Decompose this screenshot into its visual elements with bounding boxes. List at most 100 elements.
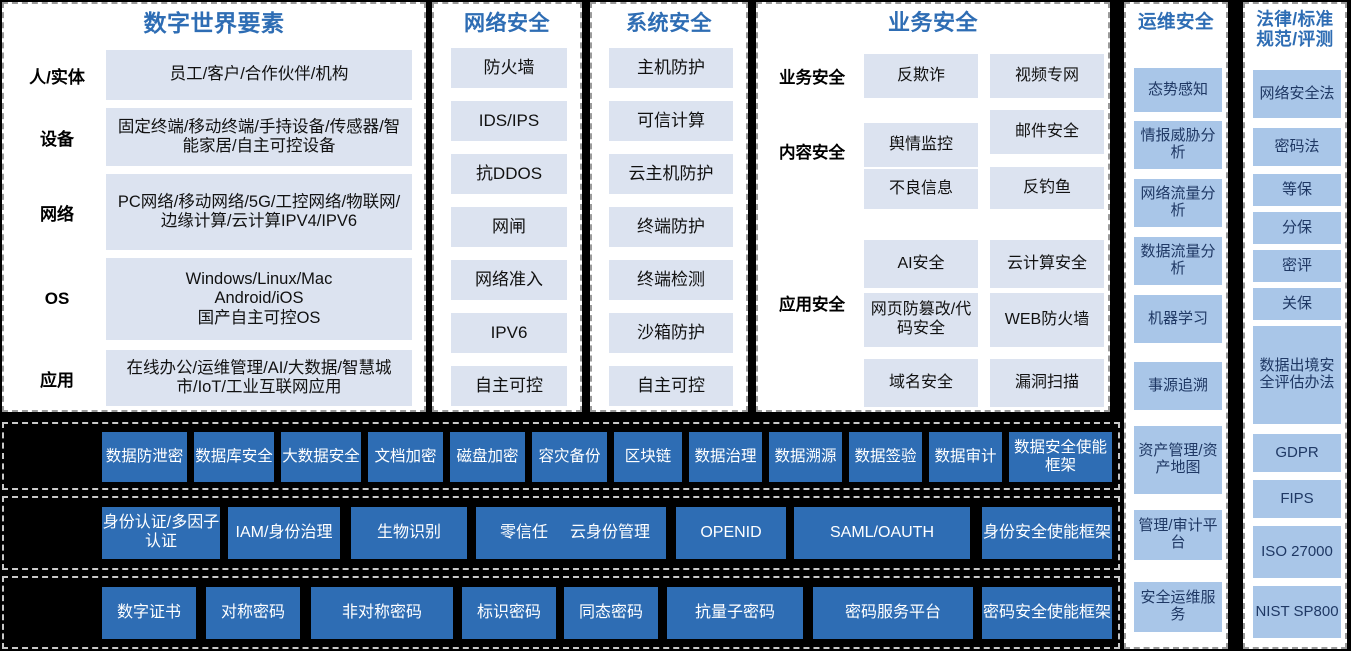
chip-system-security-1[interactable]: 可信计算: [609, 101, 733, 141]
panel-digital-world: 数字世界要素 人/实体 员工/客户/合作伙伴/机构 设备 固定终端/移动终端/手…: [2, 2, 426, 412]
chip-business-anti-fraud[interactable]: 反欺诈: [864, 54, 978, 98]
band1-chip-11[interactable]: 数据安全使能框架: [1009, 432, 1112, 482]
chip-law-4[interactable]: 密评: [1253, 250, 1341, 282]
chip-ops-1[interactable]: 情报威胁分析: [1134, 121, 1222, 169]
band1-chip-10[interactable]: 数据审计: [929, 432, 1002, 482]
band1-chip-3[interactable]: 文档加密: [368, 432, 443, 482]
chip-network-security-3[interactable]: 网闸: [451, 207, 567, 247]
panel-title-digital-world: 数字世界要素: [143, 10, 285, 36]
chip-law-5[interactable]: 关保: [1253, 288, 1341, 320]
band2-chip-7[interactable]: 身份安全使能框架: [982, 507, 1112, 559]
chip-content-anti-phishing[interactable]: 反钓鱼: [990, 167, 1104, 209]
chip-law-6[interactable]: 数据出境安全评估办法: [1253, 326, 1341, 424]
chip-app-ai-security[interactable]: AI安全: [864, 240, 978, 288]
row-label-person-entity: 人/实体: [29, 67, 85, 87]
chip-os[interactable]: Windows/Linux/Mac Android/iOS 国产自主可控OS: [106, 258, 412, 340]
chip-system-security-3[interactable]: 终端防护: [609, 207, 733, 247]
chip-application[interactable]: 在线办公/运维管理/AI/大数据/智慧城市/IoT/工业互联网应用: [106, 350, 412, 406]
chip-content-mail-security[interactable]: 邮件安全: [990, 110, 1104, 154]
chip-system-security-4[interactable]: 终端检测: [609, 260, 733, 300]
row-label-business-security: 业务安全: [779, 69, 845, 87]
chip-law-3[interactable]: 分保: [1253, 212, 1341, 244]
panel-title-system-security: 系统安全: [626, 12, 712, 35]
chip-ops-7[interactable]: 管理/审计平台: [1134, 510, 1222, 560]
chip-network-security-2[interactable]: 抗DDOS: [451, 154, 567, 194]
chip-network-security-5[interactable]: IPV6: [451, 313, 567, 353]
chip-law-10[interactable]: NIST SP800: [1253, 586, 1341, 638]
row-label-network: 网络: [40, 204, 74, 224]
band-identity-security: 身份认证/多因子认证 IAM/身份治理 生物识别 零信任 云身份管理 OPENI…: [2, 496, 1120, 570]
band1-chip-1[interactable]: 数据库安全: [194, 432, 274, 482]
chip-law-1[interactable]: 密码法: [1253, 128, 1341, 166]
band3-chip-7[interactable]: 密码安全使能框架: [982, 587, 1112, 639]
chip-content-opinion-monitor[interactable]: 舆情监控: [864, 123, 978, 167]
band1-chip-6[interactable]: 区块链: [614, 432, 682, 482]
row-label-application-security: 应用安全: [779, 296, 845, 314]
chip-ops-8[interactable]: 安全运维服务: [1134, 582, 1222, 632]
chip-app-domain-security[interactable]: 域名安全: [864, 359, 978, 407]
chip-ops-6[interactable]: 资产管理/资产地图: [1134, 426, 1222, 494]
band3-chip-4[interactable]: 同态密码: [564, 587, 658, 639]
chip-network-security-0[interactable]: 防火墙: [451, 48, 567, 88]
band2-chip-6[interactable]: SAML/OAUTH: [794, 507, 970, 559]
band3-chip-5[interactable]: 抗量子密码: [667, 587, 803, 639]
band3-chip-1[interactable]: 对称密码: [206, 587, 300, 639]
panel-title-ops-security: 运维安全: [1137, 11, 1214, 32]
chip-network-security-4[interactable]: 网络准入: [451, 260, 567, 300]
chip-app-cloud-security[interactable]: 云计算安全: [990, 240, 1104, 288]
band3-chip-3[interactable]: 标识密码: [462, 587, 556, 639]
chip-law-9[interactable]: ISO 27000: [1253, 526, 1341, 578]
chip-app-web-firewall[interactable]: WEB防火墙: [990, 293, 1104, 347]
band2-chip-2[interactable]: 生物识别: [351, 507, 467, 559]
band1-chip-2[interactable]: 大数据安全: [281, 432, 361, 482]
chip-network[interactable]: PC网络/移动网络/5G/工控网络/物联网/边缘计算/云计算IPV4/IPV6: [106, 174, 412, 250]
chip-law-8[interactable]: FIPS: [1253, 480, 1341, 518]
band1-chip-0[interactable]: 数据防泄密: [102, 432, 187, 482]
row-label-content-security: 内容安全: [779, 144, 845, 162]
chip-law-0[interactable]: 网络安全法: [1253, 70, 1341, 118]
chip-ops-0[interactable]: 态势感知: [1134, 68, 1222, 112]
chip-system-security-0[interactable]: 主机防护: [609, 48, 733, 88]
row-label-application: 应用: [40, 370, 74, 390]
band1-chip-7[interactable]: 数据治理: [689, 432, 762, 482]
band2-chip-4[interactable]: 云身份管理: [554, 507, 666, 559]
panel-ops-security: 运维安全 态势感知 情报威胁分析 网络流量分析 数据流量分析 机器学习 事源追溯…: [1124, 2, 1228, 649]
chip-system-security-6[interactable]: 自主可控: [609, 366, 733, 406]
chip-network-security-6[interactable]: 自主可控: [451, 366, 567, 406]
band-crypto-security: 数字证书 对称密码 非对称密码 标识密码 同态密码 抗量子密码 密码服务平台 密…: [2, 576, 1120, 649]
security-architecture-diagram: 数字世界要素 人/实体 员工/客户/合作伙伴/机构 设备 固定终端/移动终端/手…: [0, 0, 1351, 651]
band1-chip-5[interactable]: 容灾备份: [532, 432, 607, 482]
band1-chip-9[interactable]: 数据签验: [849, 432, 922, 482]
panel-title-business-security: 业务安全: [887, 10, 978, 35]
chip-law-2[interactable]: 等保: [1253, 174, 1341, 206]
row-label-device: 设备: [40, 129, 74, 149]
band1-chip-4[interactable]: 磁盘加密: [450, 432, 525, 482]
band2-chip-0[interactable]: 身份认证/多因子认证: [102, 507, 220, 559]
band3-chip-6[interactable]: 密码服务平台: [813, 587, 973, 639]
chip-app-vuln-scan[interactable]: 漏洞扫描: [990, 359, 1104, 407]
chip-system-security-2[interactable]: 云主机防护: [609, 154, 733, 194]
panel-law-standards: 法律/标准 规范/评测 网络安全法 密码法 等保 分保 密评 关保 数据出境安全…: [1243, 2, 1347, 649]
band2-chip-1[interactable]: IAM/身份治理: [228, 507, 340, 559]
panel-network-security: 网络安全 防火墙 IDS/IPS 抗DDOS 网闸 网络准入 IPV6 自主可控: [432, 2, 582, 412]
band3-chip-2[interactable]: 非对称密码: [311, 587, 453, 639]
chip-app-web-tamper-code[interactable]: 网页防篡改/代码安全: [864, 293, 978, 347]
row-label-os: OS: [44, 289, 70, 308]
band1-chip-8[interactable]: 数据溯源: [769, 432, 842, 482]
chip-ops-3[interactable]: 数据流量分析: [1134, 237, 1222, 285]
band2-chip-5[interactable]: OPENID: [676, 507, 786, 559]
chip-business-video-network[interactable]: 视频专网: [990, 54, 1104, 98]
panel-business-security: 业务安全 业务安全 反欺诈 视频专网 内容安全 舆情监控 不良信息 邮件安全 反…: [756, 2, 1110, 412]
chip-person-entity[interactable]: 员工/客户/合作伙伴/机构: [106, 50, 412, 100]
panel-title-network-security: 网络安全: [464, 12, 550, 35]
chip-system-security-5[interactable]: 沙箱防护: [609, 313, 733, 353]
band-data-security: 数据防泄密 数据库安全 大数据安全 文档加密 磁盘加密 容灾备份 区块链 数据治…: [2, 422, 1120, 490]
chip-ops-2[interactable]: 网络流量分析: [1134, 179, 1222, 227]
chip-law-7[interactable]: GDPR: [1253, 434, 1341, 472]
chip-device[interactable]: 固定终端/移动终端/手持设备/传感器/智能家居/自主可控设备: [106, 108, 412, 166]
chip-content-bad-info[interactable]: 不良信息: [864, 169, 978, 209]
chip-network-security-1[interactable]: IDS/IPS: [451, 101, 567, 141]
band3-chip-0[interactable]: 数字证书: [102, 587, 196, 639]
chip-ops-4[interactable]: 机器学习: [1134, 295, 1222, 343]
chip-ops-5[interactable]: 事源追溯: [1134, 362, 1222, 410]
